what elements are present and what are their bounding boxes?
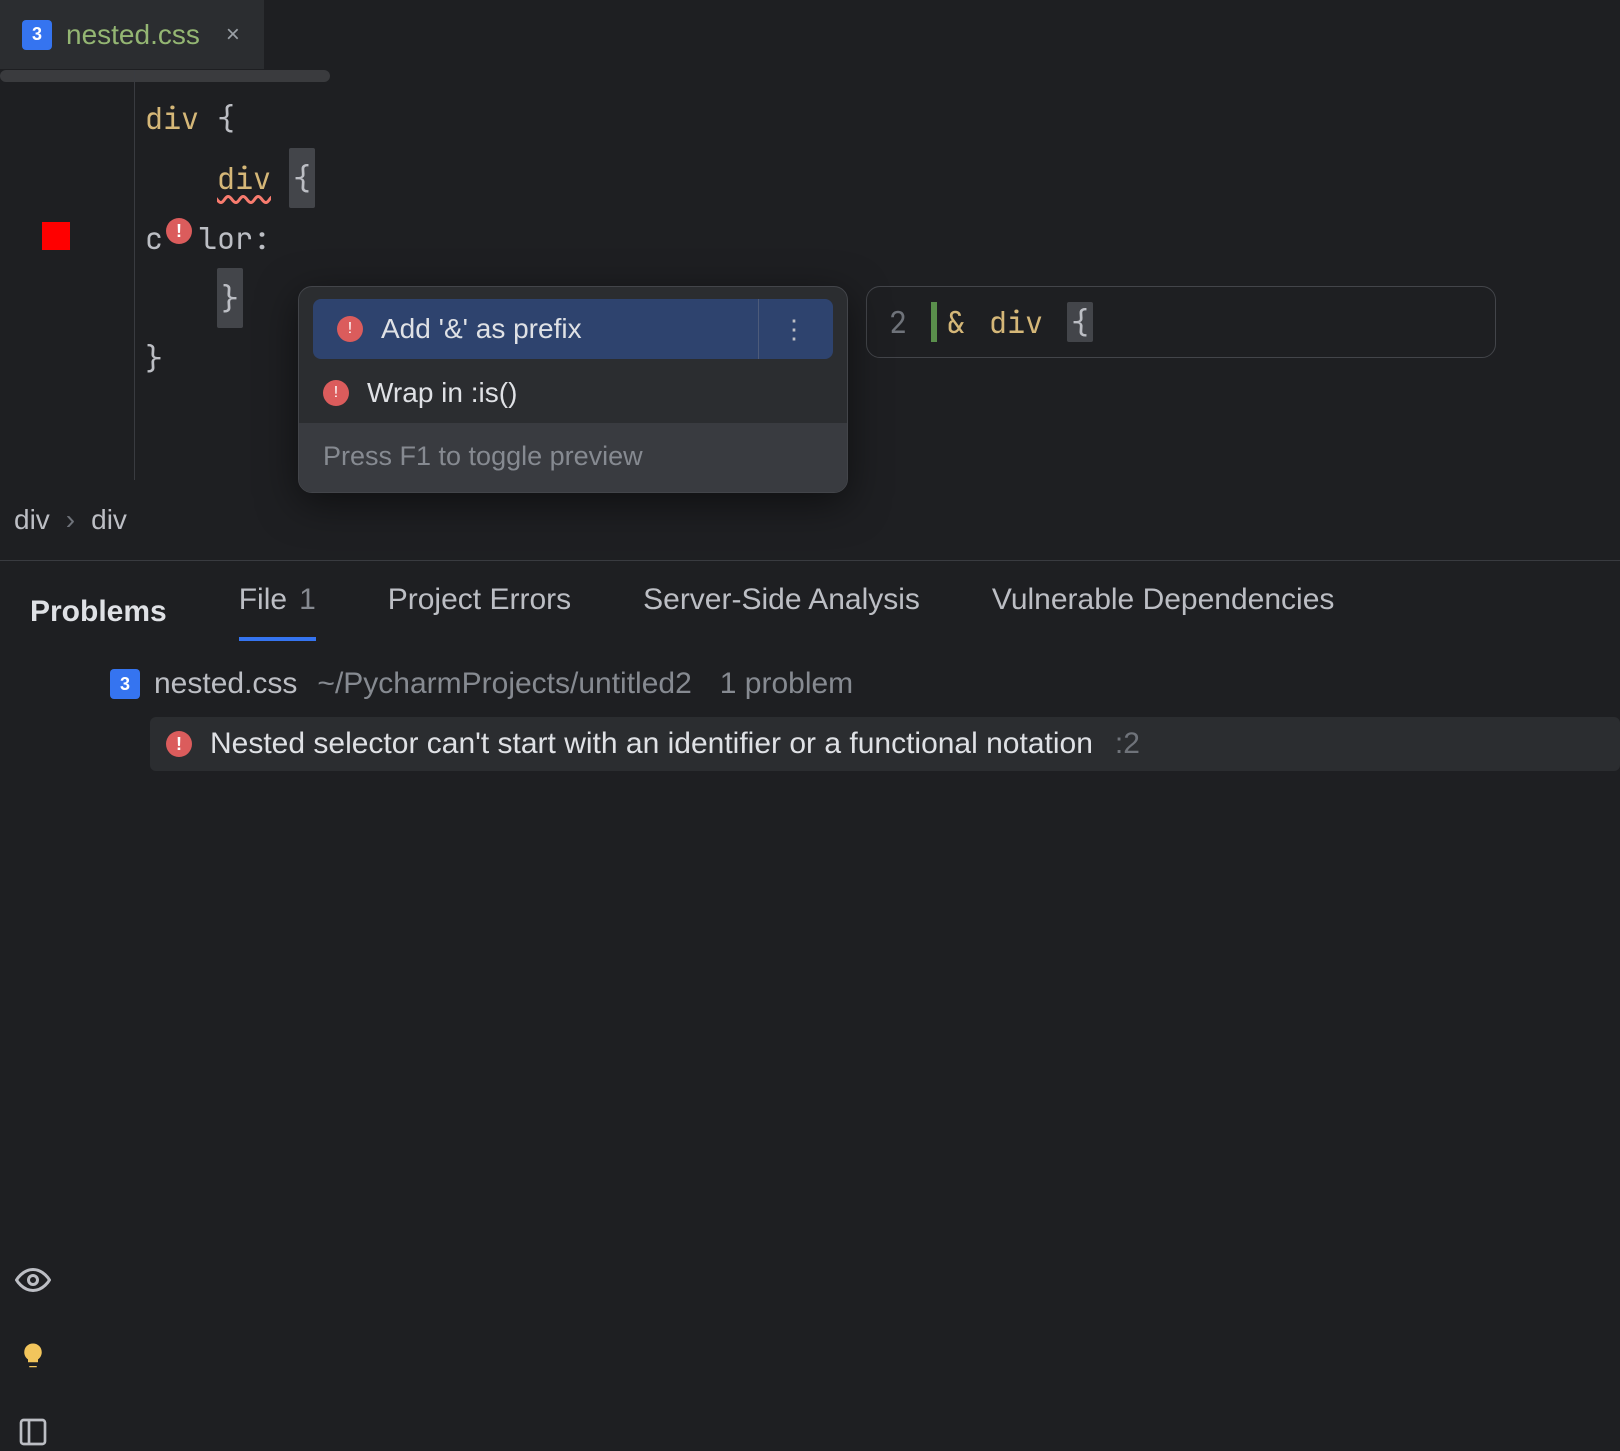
- close-tab-icon[interactable]: ×: [226, 21, 240, 49]
- gutter-color-swatch[interactable]: [42, 222, 70, 250]
- eye-icon[interactable]: [14, 1261, 52, 1299]
- preview-line-number: 2: [889, 302, 907, 342]
- css-file-icon: 3: [110, 669, 140, 699]
- problems-tab-bar: Problems File1 Project Errors Server-Sid…: [0, 561, 1620, 641]
- error-bulb-icon: !: [323, 380, 349, 406]
- intention-add-amp-prefix[interactable]: ! Add '&' as prefix ⋮: [313, 299, 833, 359]
- code-line[interactable]: }: [145, 328, 315, 388]
- problems-file-summary: 1 problem: [720, 667, 853, 701]
- breadcrumb-item[interactable]: div: [91, 504, 127, 536]
- code-editor[interactable]: ! div { div { c lor: } } ! Add '&' as pr…: [0, 70, 1620, 480]
- intention-label: Add '&' as prefix: [381, 313, 582, 345]
- problems-issue-row[interactable]: ! Nested selector can't start with an id…: [150, 717, 1620, 771]
- code-line[interactable]: div {: [145, 88, 315, 148]
- quickfix-preview: 2 & div {: [866, 286, 1496, 358]
- chevron-right-icon: ›: [66, 504, 75, 536]
- code-line[interactable]: div {: [145, 148, 315, 208]
- issue-location: :2: [1115, 727, 1140, 761]
- css-file-icon: 3: [22, 20, 52, 50]
- error-token: div: [217, 148, 271, 208]
- layout-icon[interactable]: [14, 1413, 52, 1451]
- intention-label: Wrap in :is(): [367, 377, 517, 409]
- tab-label: nested.css: [66, 19, 200, 51]
- code-line[interactable]: }: [145, 268, 315, 328]
- intention-hint: Press F1 to toggle preview: [299, 423, 847, 492]
- intention-wrap-in-is[interactable]: ! Wrap in :is(): [299, 363, 847, 423]
- problems-list: 3 nested.css ~/PycharmProjects/untitled2…: [0, 641, 1620, 771]
- tab-project-errors[interactable]: Project Errors: [388, 583, 571, 641]
- diff-insert-marker: [931, 302, 937, 342]
- code-line[interactable]: c lor:: [145, 208, 315, 268]
- tab-server-side-analysis[interactable]: Server-Side Analysis: [643, 583, 920, 641]
- error-icon: !: [166, 731, 192, 757]
- tab-bar: 3 nested.css ×: [0, 0, 1620, 70]
- preview-token: {: [1067, 302, 1093, 342]
- intention-actions-popup: ! Add '&' as prefix ⋮ ! Wrap in :is() Pr…: [298, 286, 848, 493]
- tab-file[interactable]: File1: [239, 583, 316, 641]
- problems-title: Problems: [30, 595, 167, 629]
- problems-file-name: nested.css: [154, 667, 297, 701]
- code-area[interactable]: div { div { c lor: } }: [145, 88, 315, 388]
- error-bulb-icon: !: [337, 316, 363, 342]
- problems-file-path: ~/PycharmProjects/untitled2: [317, 667, 691, 701]
- editor-gutter: [0, 70, 135, 480]
- breadcrumb[interactable]: div › div: [14, 504, 127, 536]
- tab-vulnerable-dependencies[interactable]: Vulnerable Dependencies: [992, 583, 1334, 641]
- editor-tab[interactable]: 3 nested.css ×: [0, 0, 264, 69]
- intention-more-icon[interactable]: ⋮: [758, 299, 809, 359]
- preview-token: div: [989, 302, 1043, 342]
- problems-tool-strip: [14, 1261, 52, 1451]
- breadcrumb-item[interactable]: div: [14, 504, 50, 536]
- problems-panel: Problems File1 Project Errors Server-Sid…: [0, 560, 1620, 940]
- issue-message: Nested selector can't start with an iden…: [210, 727, 1093, 761]
- problems-file-row[interactable]: 3 nested.css ~/PycharmProjects/untitled2…: [110, 659, 1620, 709]
- preview-token: &: [947, 302, 965, 342]
- lightbulb-icon[interactable]: [14, 1337, 52, 1375]
